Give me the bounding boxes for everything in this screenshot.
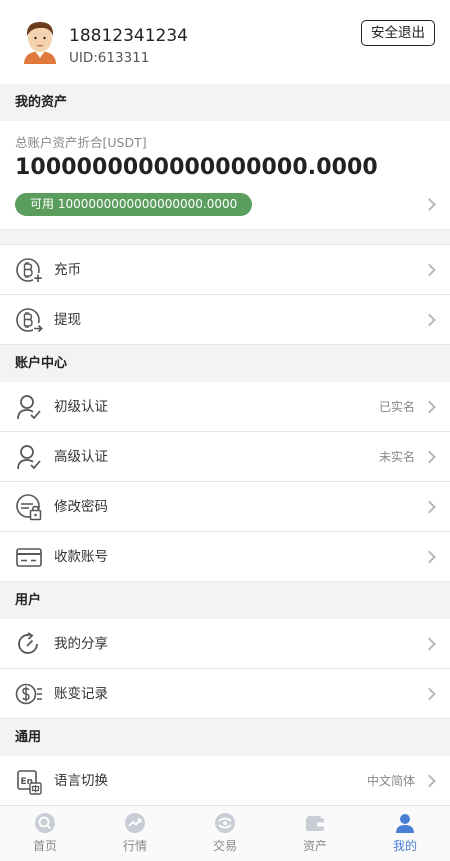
section-title-user: 用户 bbox=[0, 582, 450, 619]
balance-record-label: 账变记录 bbox=[54, 686, 108, 702]
home-icon bbox=[35, 813, 55, 833]
total-assets-label: 总账户资产折合[USDT] bbox=[15, 135, 147, 150]
tab-market[interactable]: 行情 bbox=[90, 806, 180, 861]
tab-market-label: 行情 bbox=[122, 839, 147, 853]
trade-icon bbox=[215, 813, 235, 833]
tab-trade[interactable]: 交易 bbox=[180, 806, 270, 861]
balance-record-row[interactable]: 账变记录 bbox=[0, 669, 450, 719]
tab-assets[interactable]: 资产 bbox=[270, 806, 360, 861]
tab-home-label: 首页 bbox=[32, 839, 57, 853]
bottom-tab-bar: 首页 行情 交易 资产 我的 bbox=[0, 805, 450, 861]
tab-assets-label: 资产 bbox=[302, 839, 327, 853]
logout-button[interactable]: 安全退出 bbox=[361, 20, 435, 46]
chevron-right-icon bbox=[423, 198, 436, 211]
basic-verification-label: 初级认证 bbox=[54, 399, 108, 415]
change-password-row[interactable]: 修改密码 bbox=[0, 482, 450, 532]
section-title-assets: 我的资产 bbox=[0, 84, 450, 121]
language-row[interactable]: En 语言切换 中文简体 bbox=[0, 756, 450, 806]
deposit-label: 充币 bbox=[54, 262, 81, 278]
section-title-account-center: 账户中心 bbox=[0, 345, 450, 382]
password-icon bbox=[16, 494, 42, 521]
total-assets-value: 1000000000000000000.0000 bbox=[15, 155, 378, 180]
my-share-label: 我的分享 bbox=[54, 636, 108, 652]
profile-header: 18812341234 UID:613311 安全退出 bbox=[0, 0, 450, 84]
user-check-icon bbox=[17, 395, 41, 420]
chevron-right-icon bbox=[423, 313, 436, 326]
language-value: 中文简体 bbox=[366, 774, 415, 788]
avatar[interactable] bbox=[20, 18, 60, 64]
user-uid: UID:613311 bbox=[69, 50, 150, 66]
record-icon bbox=[15, 683, 42, 705]
chevron-right-icon bbox=[423, 450, 436, 463]
market-icon bbox=[125, 813, 145, 833]
advanced-verification-status: 未实名 bbox=[378, 450, 415, 464]
share-icon bbox=[18, 632, 38, 654]
chevron-right-icon bbox=[423, 687, 436, 700]
deposit-icon bbox=[16, 258, 43, 283]
withdraw-label: 提现 bbox=[54, 312, 81, 328]
basic-verification-row[interactable]: 初级认证 已实名 bbox=[0, 382, 450, 432]
deposit-row[interactable]: 充币 bbox=[0, 245, 450, 295]
advanced-verification-row[interactable]: 高级认证 未实名 bbox=[0, 432, 450, 482]
chevron-right-icon bbox=[423, 400, 436, 413]
payment-account-row[interactable]: 收款账号 bbox=[0, 532, 450, 582]
tab-mine[interactable]: 我的 bbox=[360, 806, 450, 861]
section-title-general: 通用 bbox=[0, 719, 450, 756]
my-share-row[interactable]: 我的分享 bbox=[0, 619, 450, 669]
user-check-icon bbox=[17, 445, 41, 470]
payment-account-label: 收款账号 bbox=[54, 549, 108, 565]
tab-mine-label: 我的 bbox=[392, 839, 417, 853]
wallet-icon bbox=[306, 816, 324, 831]
user-phone: 18812341234 bbox=[69, 26, 188, 46]
card-icon bbox=[16, 548, 42, 567]
tab-home[interactable]: 首页 bbox=[0, 806, 90, 861]
language-label: 语言切换 bbox=[54, 773, 108, 789]
withdraw-icon bbox=[16, 308, 43, 333]
tab-trade-label: 交易 bbox=[212, 839, 237, 853]
basic-verification-status: 已实名 bbox=[378, 400, 415, 414]
chevron-right-icon bbox=[423, 550, 436, 563]
chevron-right-icon bbox=[423, 774, 436, 787]
available-balance-badge: 可用 1000000000000000000.0000 bbox=[15, 193, 253, 216]
chevron-right-icon bbox=[423, 263, 436, 276]
profile-icon bbox=[396, 814, 414, 833]
chevron-right-icon bbox=[423, 637, 436, 650]
chevron-right-icon bbox=[423, 500, 436, 513]
withdraw-row[interactable]: 提现 bbox=[0, 295, 450, 345]
advanced-verification-label: 高级认证 bbox=[54, 449, 108, 465]
section-gap bbox=[0, 230, 450, 245]
assets-summary[interactable]: 总账户资产折合[USDT] 1000000000000000000.0000 可… bbox=[0, 121, 450, 230]
language-icon: En bbox=[17, 770, 42, 795]
change-password-label: 修改密码 bbox=[54, 499, 108, 515]
